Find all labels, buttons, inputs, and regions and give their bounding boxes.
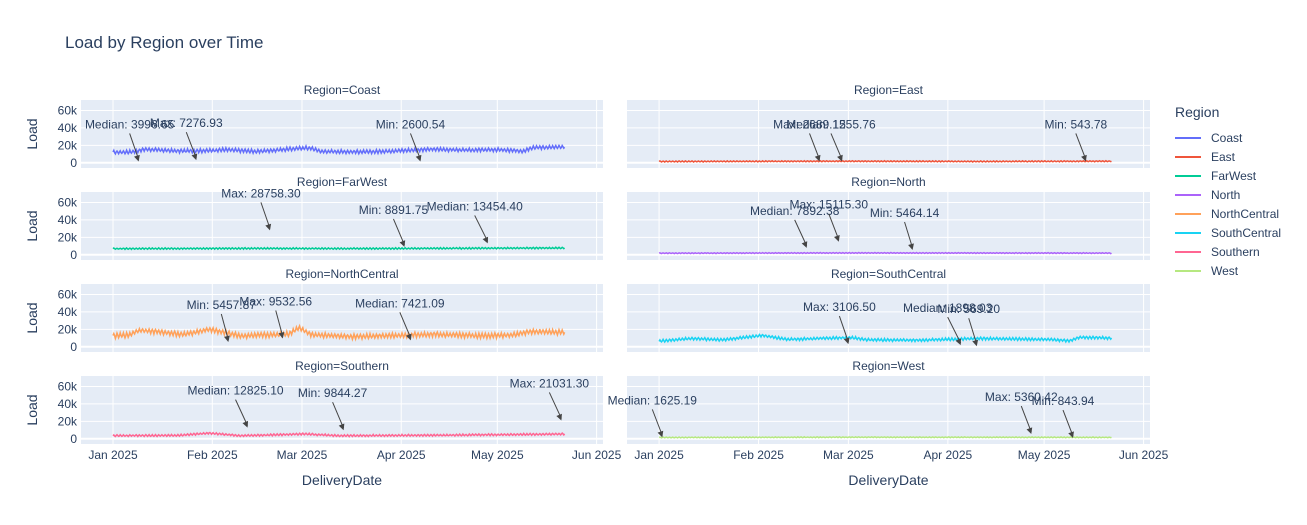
facet-title: Region=SouthCentral (831, 267, 946, 281)
legend-swatch (1175, 231, 1201, 234)
annotation-label: Min: 843.94 (1032, 394, 1095, 408)
x-tick-label: Apr 2025 (377, 448, 426, 462)
legend-item[interactable]: East (1175, 147, 1281, 166)
annotation-label: Median: 13454.40 (427, 199, 523, 213)
annotation-label: Median: 12825.10 (187, 384, 283, 398)
y-tick-label: 60k (58, 195, 78, 209)
annotation-label: Min: 5464.14 (870, 206, 940, 220)
y-tick-label: 20k (58, 230, 78, 244)
y-tick-label: 60k (58, 287, 78, 301)
y-tick-label: 60k (58, 379, 78, 393)
faceted-line-chart: Region=Coast020k40k60kLoad Median: 3996.6… (24, 82, 1169, 488)
legend-swatch (1175, 250, 1201, 253)
annotation-label: Min: 569.20 (937, 302, 1000, 316)
series-line (658, 251, 1112, 255)
legend-swatch (1175, 136, 1201, 139)
x-axis-label: DeliveryDate (302, 472, 382, 488)
series-line (658, 435, 1112, 439)
x-tick-label: Jan 2025 (88, 448, 138, 462)
x-tick-label: Feb 2025 (187, 448, 238, 462)
facet-title: Region=Southern (295, 359, 389, 373)
facet-title: Region=North (851, 175, 925, 189)
annotation-label: Min: 2600.54 (376, 117, 446, 131)
annotation-label: Min: 8891.75 (359, 203, 429, 217)
y-tick-label: 60k (58, 103, 78, 117)
y-tick-label: 20k (58, 322, 78, 336)
y-axis-label: Load (24, 118, 40, 149)
annotation-label: Median: 7421.09 (355, 296, 445, 310)
legend-label: Coast (1211, 130, 1243, 145)
legend-swatch (1175, 174, 1201, 177)
y-axis-label: Load (24, 210, 40, 241)
legend-label: Southern (1211, 244, 1260, 259)
x-tick-label: Apr 2025 (924, 448, 973, 462)
x-tick-label: Jun 2025 (572, 448, 622, 462)
y-tick-label: 40k (58, 121, 78, 135)
facet-title: Region=East (854, 83, 924, 97)
legend-item[interactable]: Coast (1175, 128, 1281, 147)
annotation-label: Median: 1255.76 (786, 117, 876, 131)
annotation-label: Max: 15115.30 (790, 198, 869, 212)
annotation-label: Max: 28758.30 (221, 186, 301, 200)
y-tick-label: 20k (58, 414, 78, 428)
x-tick-label: May 2025 (471, 448, 524, 462)
legend-label: FarWest (1211, 168, 1257, 183)
annotation-label: Max: 9532.56 (239, 294, 312, 308)
y-tick-label: 40k (58, 397, 78, 411)
legend-item[interactable]: Southern (1175, 242, 1281, 261)
series-line (658, 159, 1112, 163)
legend-title: Region (1175, 104, 1220, 120)
y-tick-label: 40k (58, 305, 78, 319)
annotation-label: Max: 7276.93 (150, 116, 223, 130)
y-tick-label: 20k (58, 138, 78, 152)
facet-title: Region=Coast (304, 83, 381, 97)
legend-item[interactable]: SouthCentral (1175, 223, 1281, 242)
legend-label: East (1211, 149, 1236, 164)
facet-title: Region=NorthCentral (285, 267, 398, 281)
x-tick-label: Mar 2025 (823, 448, 874, 462)
legend-swatch (1175, 193, 1201, 196)
x-tick-label: Jun 2025 (1119, 448, 1169, 462)
x-tick-label: Mar 2025 (277, 448, 328, 462)
legend-swatch (1175, 212, 1201, 215)
y-tick-label: 0 (70, 156, 77, 170)
y-axis-label: Load (24, 394, 40, 425)
annotation-label: Median: 1625.19 (608, 393, 698, 407)
legend-label: SouthCentral (1211, 225, 1282, 240)
y-tick-label: 40k (58, 213, 78, 227)
legend-label: West (1211, 263, 1239, 278)
facet-title: Region=FarWest (297, 175, 388, 189)
x-tick-label: Jan 2025 (634, 448, 684, 462)
y-tick-label: 0 (70, 248, 77, 262)
legend-swatch (1175, 269, 1201, 272)
y-axis-label: Load (24, 302, 40, 333)
annotation-label: Min: 543.78 (1044, 117, 1107, 131)
y-tick-label: 0 (70, 340, 77, 354)
legend-item[interactable]: North (1175, 185, 1281, 204)
annotation-label: Max: 21031.30 (510, 376, 590, 390)
legend: Region Coast East FarWest North NorthCentral… (1175, 104, 1281, 280)
y-tick-label: 0 (70, 432, 77, 446)
legend-label: NorthCentral (1211, 206, 1280, 221)
x-axis-label: DeliveryDate (848, 472, 928, 488)
legend-item[interactable]: West (1175, 261, 1281, 280)
legend-label: North (1211, 187, 1241, 202)
legend-item[interactable]: FarWest (1175, 166, 1281, 185)
annotation-label: Max: 3106.50 (803, 300, 876, 314)
legend-swatch (1175, 155, 1201, 158)
x-tick-label: Feb 2025 (733, 448, 784, 462)
x-tick-label: May 2025 (1018, 448, 1071, 462)
legend-item[interactable]: NorthCentral (1175, 204, 1281, 223)
facet-title: Region=West (852, 359, 925, 373)
annotation-label: Min: 9844.27 (298, 386, 368, 400)
